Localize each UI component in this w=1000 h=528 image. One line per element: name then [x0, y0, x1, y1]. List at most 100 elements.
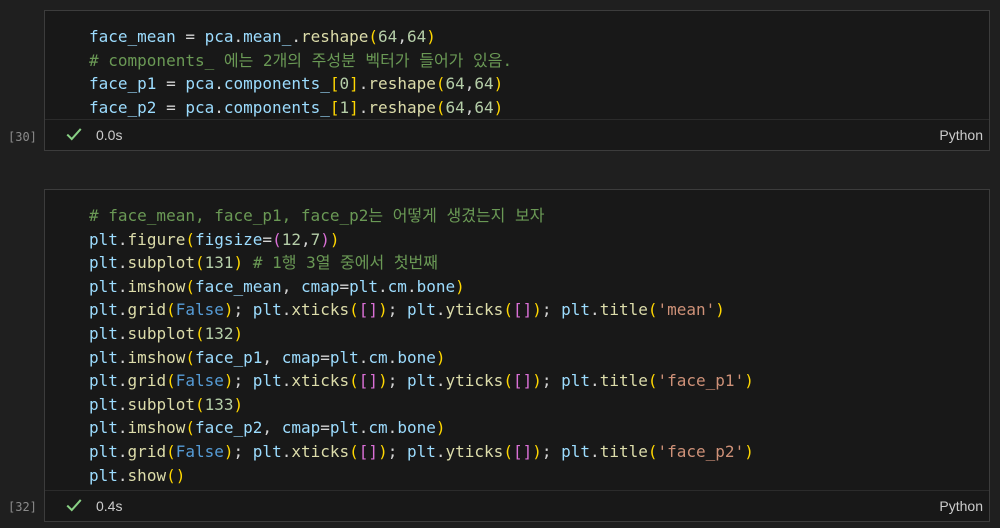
code-token: 64: [378, 27, 398, 46]
code-token: (: [185, 229, 195, 249]
code-token: # components_ 에는 2개의 주성분 벡터가 들어가 있음.: [89, 50, 513, 70]
code-token: [: [329, 74, 340, 94]
code-token: =: [320, 418, 330, 438]
code-token: .: [117, 276, 128, 296]
code-token: .: [117, 229, 128, 249]
code-token: (: [435, 97, 446, 117]
code-token: plt: [561, 441, 591, 461]
code-line: # face_mean, face_p1, face_p2는 어떻게 생겼는지 …: [89, 204, 989, 228]
code-token: ): [329, 229, 340, 249]
code-token: .: [233, 27, 244, 46]
code-token: plt: [406, 300, 436, 320]
code-token: .: [590, 300, 600, 320]
code-token: imshow: [127, 347, 186, 367]
code-token: plt: [89, 394, 118, 414]
code-line: plt.subplot(132): [89, 322, 989, 346]
code-token: plt: [252, 441, 282, 461]
code-token: plt: [406, 441, 436, 461]
code-token: ): [532, 300, 542, 320]
code-token: plt: [561, 300, 591, 320]
code-token: .: [117, 441, 128, 461]
code-token: .: [358, 418, 369, 438]
language-label[interactable]: Python: [939, 120, 983, 150]
code-token: (: [503, 300, 513, 320]
code-token: face_mean: [89, 27, 176, 46]
code-token: face_p1: [194, 347, 263, 367]
code-token: ): [223, 371, 234, 391]
code-line: plt.subplot(131) # 1행 3열 중에서 첫번째: [89, 251, 989, 275]
code-token: (: [349, 371, 359, 391]
code-token: yticks: [445, 371, 504, 391]
execution-time: 0.4s: [96, 498, 123, 514]
code-token: (: [647, 371, 658, 391]
code-token: ;: [541, 441, 562, 461]
code-token: .: [435, 441, 446, 461]
code-token: (: [185, 418, 195, 438]
code-line: plt.grid(False); plt.xticks([]); plt.yti…: [89, 369, 989, 393]
code-token: (: [272, 229, 282, 249]
code-token: 64: [406, 27, 427, 46]
code-token: ): [715, 300, 725, 320]
cell-status-bar: 0.4s Python: [45, 490, 989, 521]
code-token: .: [281, 371, 292, 391]
code-token: ): [320, 229, 330, 249]
code-editor[interactable]: # face_mean, face_p1, face_p2는 어떻게 생겼는지 …: [45, 204, 989, 487]
code-token: plt: [89, 465, 118, 485]
code-token: ;: [387, 371, 407, 391]
code-token: .: [358, 74, 369, 94]
code-token: (: [166, 465, 176, 485]
code-token: cm: [368, 347, 388, 367]
code-token: plt: [89, 323, 118, 343]
code-token: =: [156, 97, 186, 117]
code-token: ): [378, 371, 388, 391]
code-token: (: [503, 441, 513, 461]
code-token: plt: [406, 371, 436, 391]
code-token: ,: [262, 347, 282, 367]
code-line: plt.subplot(133): [89, 393, 989, 417]
code-token: ;: [541, 300, 562, 320]
code-token: bone: [397, 347, 436, 367]
code-token: False: [175, 371, 224, 391]
code-token: .: [117, 253, 128, 273]
code-editor[interactable]: face_mean = pca.mean_.reshape(64,64) # co…: [45, 25, 989, 119]
code-token: [: [358, 371, 369, 391]
code-token: subplot: [127, 323, 195, 343]
check-icon: [66, 499, 82, 512]
code-token: bone: [397, 418, 436, 438]
code-token: ): [175, 465, 186, 485]
code-token: plt: [329, 418, 359, 438]
code-token: ,: [300, 229, 311, 249]
code-cell[interactable]: # face_mean, face_p1, face_p2는 어떻게 생겼는지 …: [44, 189, 990, 522]
code-line: # components_ 에는 2개의 주성분 벡터가 들어가 있음.: [89, 49, 989, 73]
code-token: .: [590, 441, 600, 461]
code-token: ]: [522, 371, 533, 391]
code-line: plt.imshow(face_p2, cmap=plt.cm.bone): [89, 416, 989, 440]
code-token: =: [339, 276, 350, 296]
code-token: 132: [204, 323, 234, 343]
code-token: ): [233, 323, 244, 343]
code-token: (: [368, 27, 379, 46]
code-token: plt: [349, 276, 379, 296]
code-token: 12: [281, 229, 301, 249]
code-token: pca: [204, 27, 234, 46]
code-token: ;: [387, 441, 407, 461]
code-token: .: [117, 300, 128, 320]
code-cell[interactable]: face_mean = pca.mean_.reshape(64,64) # co…: [44, 10, 990, 151]
code-token: .: [387, 347, 398, 367]
code-token: pca: [185, 97, 215, 117]
code-token: plt: [329, 347, 359, 367]
code-token: =: [156, 74, 186, 94]
code-token: ;: [233, 371, 253, 391]
code-token: ,: [397, 27, 407, 46]
code-token: 64: [445, 74, 465, 94]
language-label[interactable]: Python: [939, 491, 983, 521]
code-token: ]: [522, 300, 533, 320]
cell-status-bar: 0.0s Python: [45, 119, 989, 150]
code-token: ,: [464, 97, 475, 117]
code-token: mean_: [243, 27, 292, 46]
code-token: .: [117, 323, 128, 343]
code-token: =: [175, 27, 205, 46]
code-token: (: [647, 441, 658, 461]
code-token: cmap: [281, 347, 321, 367]
code-token: .: [214, 74, 224, 94]
